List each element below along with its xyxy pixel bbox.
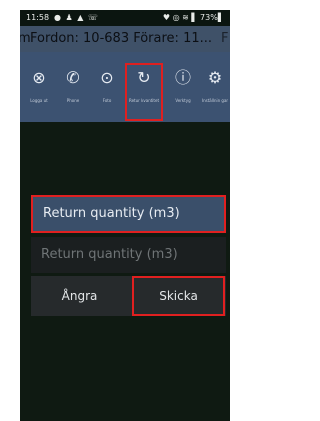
phone-button[interactable]: ✆ Phone [58, 68, 88, 118]
info-icon: ⓘ [174, 68, 191, 87]
dialog-buttons: Ångra Skicka [31, 276, 226, 316]
phone-screen: 11:58 ● ♟ ▲ ☏ ♥ ◎ ≋ ▌ 73%▌ m Fordon: 10-… [20, 10, 230, 421]
tools-label: Verktyg [175, 98, 191, 103]
send-button[interactable]: Skicka [132, 276, 225, 316]
photo-button[interactable]: ⊙ Foto [92, 68, 122, 118]
photo-label: Foto [102, 98, 112, 103]
phone-icon: ✆ [66, 68, 80, 87]
return-quantity-label: Retur kvantitet [128, 98, 160, 103]
title-right-fragment: F [221, 31, 229, 46]
return-icon: ↻ [137, 68, 151, 87]
title-bar: m Fordon: 10-683 Förare: 11... F [20, 26, 230, 52]
logout-icon: ⊗ [32, 68, 46, 87]
status-system-icons: ♥ ◎ ≋ ▌ 73%▌ [162, 13, 224, 22]
vehicle-driver-title: Fordon: 10-683 Förare: 11... [30, 31, 213, 46]
return-quantity-button[interactable]: ↻ Retur kvantitet [125, 63, 163, 121]
dialog-title: Return quantity (m3) [31, 195, 226, 233]
status-bar: 11:58 ● ♟ ▲ ☏ ♥ ◎ ≋ ▌ 73%▌ [20, 10, 230, 26]
tools-button[interactable]: ⓘ Verktyg [168, 68, 198, 118]
status-time: 11:58 [26, 13, 50, 22]
logout-label: Logga ut [30, 98, 48, 103]
toolbar: ⊗ Logga ut ✆ Phone ⊙ Foto ↻ Retur kvanti… [20, 52, 230, 122]
logout-button[interactable]: ⊗ Logga ut [24, 68, 54, 118]
camera-icon: ⊙ [100, 68, 114, 87]
phone-label: Phone [66, 98, 80, 103]
settings-button[interactable]: ⚙ Inställnin gar [200, 68, 230, 118]
status-notification-icons: ● ♟ ▲ ☏ [54, 13, 99, 22]
settings-icon: ⚙ [207, 68, 223, 87]
return-quantity-input[interactable]: Return quantity (m3) [31, 237, 226, 273]
settings-label: Inställnin gar [201, 98, 229, 103]
undo-button[interactable]: Ångra [31, 276, 128, 316]
